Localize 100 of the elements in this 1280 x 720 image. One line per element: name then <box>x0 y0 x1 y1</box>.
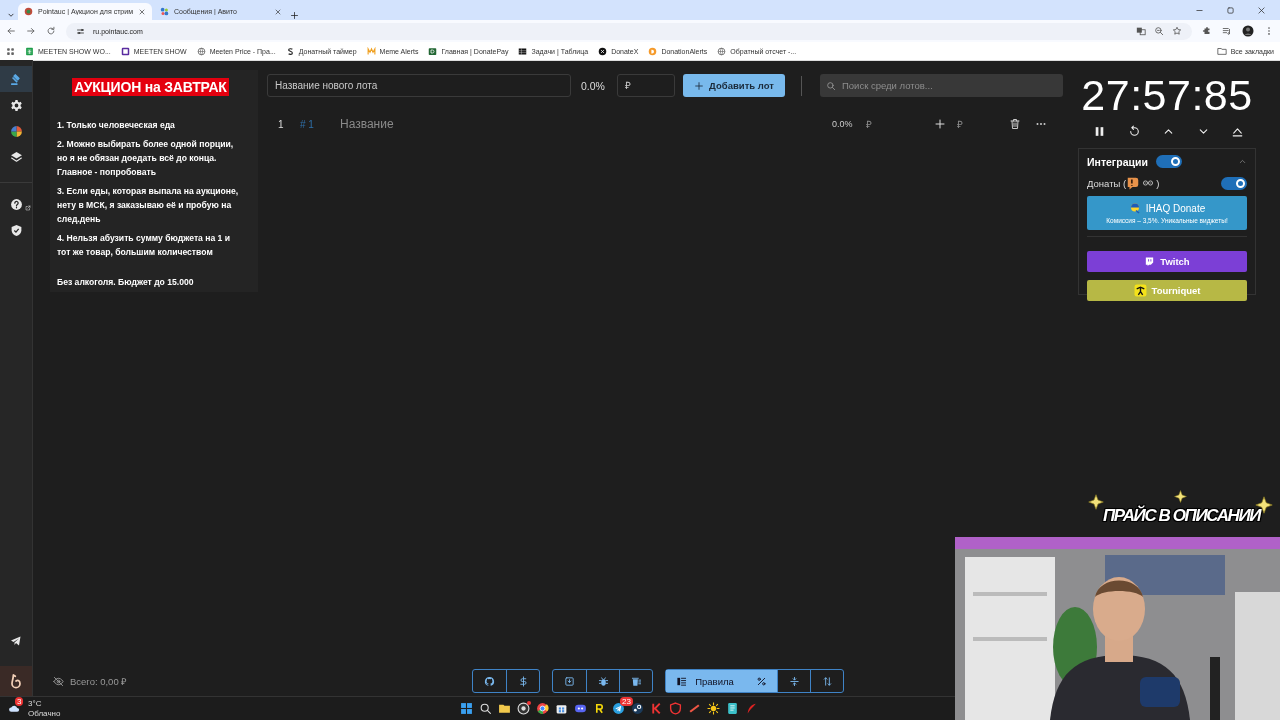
section-title: Интеграции <box>1087 155 1148 168</box>
k-mark-icon[interactable] <box>650 702 663 715</box>
toggle-switch[interactable] <box>1221 176 1247 190</box>
toggle-switch[interactable] <box>1155 155 1182 168</box>
controller-icon[interactable] <box>574 702 587 715</box>
rules-button[interactable]: Правила <box>666 670 744 692</box>
settings-icon <box>9 98 23 112</box>
windows-icon[interactable] <box>460 702 473 715</box>
percent-text: 0.0% <box>581 79 606 92</box>
list-icon <box>676 675 688 687</box>
gavel-icon <box>9 72 23 86</box>
sort-icon <box>821 675 833 687</box>
globe-icon <box>196 46 206 56</box>
apps-icon[interactable] <box>6 46 15 56</box>
add-lot-button[interactable]: Добавить лот <box>683 74 785 97</box>
rule-text: 1. Только человеческая еда <box>57 119 176 132</box>
paper-plane-icon[interactable] <box>10 635 22 647</box>
search-field[interactable]: Поиск среди лотов... <box>820 74 1063 97</box>
puzzle-icon[interactable] <box>1202 26 1212 36</box>
save-icon <box>564 675 575 687</box>
external-link-icon <box>25 205 31 211</box>
percent-text: 0.0% <box>832 119 854 129</box>
plus-icon <box>694 80 705 91</box>
star-icon[interactable] <box>1172 26 1182 36</box>
timer-display: 27:57:85 <box>1080 71 1254 119</box>
close-icon[interactable] <box>138 7 146 16</box>
pause-icon[interactable] <box>1093 125 1106 138</box>
reload-icon[interactable] <box>46 26 56 36</box>
sheet-icon <box>25 46 34 56</box>
amount-field[interactable]: ₽ <box>866 112 932 136</box>
toolbar-button[interactable] <box>744 670 777 692</box>
da-mark-icon <box>648 46 658 56</box>
logo-icon[interactable] <box>8 673 24 689</box>
close-icon[interactable] <box>274 7 282 16</box>
rule-text: 2. Можно выбирать более одной порции, но я не обязан доедать всё до конца. Главное - попробовать <box>57 138 235 179</box>
rules-title: АУКЦИОН на ЗАВТРАК <box>72 78 229 96</box>
slash-icon[interactable] <box>688 702 701 715</box>
zoom-icon[interactable] <box>1154 26 1164 36</box>
notification-badge: 3 <box>15 696 24 706</box>
sparkle-icon <box>1174 490 1187 503</box>
lot-name-field[interactable]: Название <box>340 112 825 136</box>
translate-icon[interactable] <box>1136 26 1146 36</box>
bag-icon[interactable] <box>555 702 568 715</box>
donations-label: ) <box>1156 177 1160 189</box>
percent-icon <box>755 675 767 687</box>
trash-icon[interactable] <box>1009 118 1021 130</box>
restore-icon[interactable] <box>1226 5 1235 15</box>
site-icon <box>160 7 169 16</box>
folder-icon <box>1216 46 1227 56</box>
plus-icon[interactable] <box>290 11 299 20</box>
frame-icon <box>120 46 130 56</box>
twitch-icon <box>1144 256 1156 267</box>
eject-icon[interactable] <box>1231 125 1244 138</box>
sun-icon[interactable] <box>707 702 720 715</box>
m-mark-icon <box>366 46 376 56</box>
runner-icon <box>1133 284 1147 297</box>
notepad-icon[interactable] <box>726 702 739 715</box>
integration-button[interactable]: Twitch <box>1087 251 1247 272</box>
bug-icon <box>597 675 609 687</box>
lot-number: 1 <box>278 118 285 130</box>
help-icon <box>9 197 23 211</box>
magnifier-icon <box>1128 202 1141 214</box>
x-mark-icon <box>598 46 608 56</box>
browser-icon[interactable] <box>536 702 549 715</box>
donations-label: Донаты ( <box>1087 177 1127 189</box>
pie-chart-icon <box>9 124 23 138</box>
back-arrow-icon[interactable] <box>6 26 16 36</box>
search-icon[interactable] <box>479 702 492 715</box>
s-mark-icon <box>285 46 295 56</box>
feather-icon[interactable] <box>745 702 758 715</box>
rule-text: 3. Если еды, которая выпала на аукционе, нету в МСК, я заказываю её и пробую на след.день <box>57 185 240 226</box>
site-icon <box>24 7 33 16</box>
notification-badge: 23 <box>620 697 633 706</box>
lot-id: # 1 <box>300 118 315 130</box>
sparkle-icon <box>1088 494 1104 510</box>
record-icon[interactable] <box>517 702 530 715</box>
folder-icon[interactable] <box>498 702 511 715</box>
split-icon <box>788 675 800 687</box>
lot-name-field[interactable]: Название нового лота <box>267 74 571 97</box>
amount-field[interactable]: ₽ <box>617 74 675 97</box>
avatar-icon[interactable] <box>1242 25 1254 37</box>
search-icon <box>826 80 836 91</box>
steam-icon[interactable] <box>631 702 644 715</box>
site-settings-icon[interactable] <box>76 26 85 36</box>
close-icon[interactable] <box>1257 5 1266 15</box>
r-mark-icon[interactable] <box>593 702 606 715</box>
banner-text: ПРАЙС В ОПИСАНИИ <box>1103 506 1261 526</box>
paper-plane-icon[interactable] <box>612 702 625 715</box>
add-amount-field[interactable]: ₽ <box>957 112 1005 136</box>
github-icon <box>484 675 495 687</box>
layers-icon <box>9 150 23 164</box>
table-icon <box>518 46 528 56</box>
restart-icon[interactable] <box>1127 125 1141 138</box>
eye-off-icon[interactable] <box>53 675 64 687</box>
media-icon[interactable] <box>1222 26 1232 36</box>
shield-icon <box>9 223 23 237</box>
rule-text: 4. Нельзя абузить сумму бюджета на 1 и тот же товар, большим количеством <box>57 232 232 259</box>
globe-icon <box>717 46 727 56</box>
forward-arrow-icon[interactable] <box>26 26 36 36</box>
shield-icon[interactable] <box>669 702 682 715</box>
